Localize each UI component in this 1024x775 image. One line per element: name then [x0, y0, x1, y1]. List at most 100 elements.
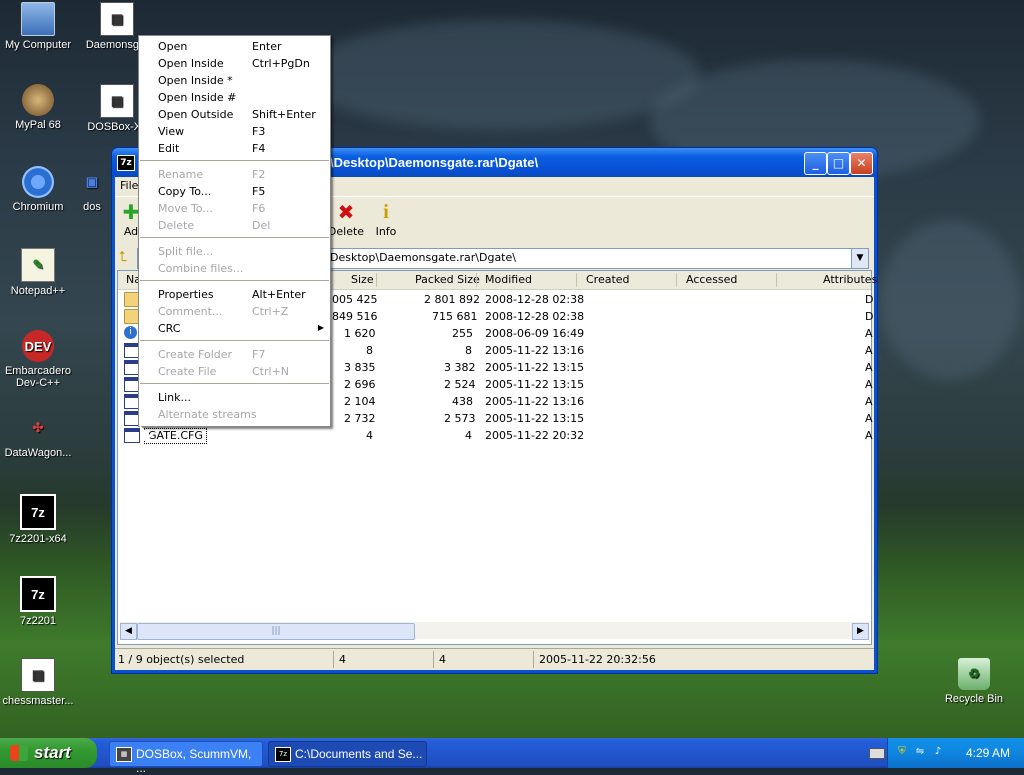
table-row-selected[interactable]: GATE.CFG 4 4 2005-11-22 20:32 A — [118, 427, 873, 444]
menu-item-shortcut: F7 — [252, 348, 266, 361]
column-attributes[interactable]: Attributes — [823, 273, 877, 286]
menu-separator — [140, 160, 329, 161]
menu-item-open-inside-hash[interactable]: Open Inside # — [139, 89, 330, 106]
column-created[interactable]: Created — [586, 273, 630, 286]
mypal-icon — [22, 84, 54, 116]
desktop-icon-my-computer[interactable]: My Computer — [0, 2, 81, 51]
desktop-icon-7z-x64[interactable]: 7z 7z2201-x64 — [0, 494, 81, 545]
menu-item-link[interactable]: Link... — [139, 389, 330, 406]
document-icon: ▤ — [100, 84, 134, 118]
column-accessed[interactable]: Accessed — [686, 273, 737, 286]
maximize-button[interactable]: □ — [827, 152, 850, 175]
menu-item-shortcut: Enter — [252, 40, 282, 53]
7zip-app-icon[interactable]: 7z — [117, 155, 135, 171]
desktop-icon-label: Embarcadero Dev-C++ — [4, 365, 72, 389]
context-menu: Open Enter Open Inside Ctrl+PgDn Open Insi… — [138, 35, 331, 427]
clock[interactable]: 4:29 AM — [966, 746, 1010, 760]
info-icon: i — [383, 201, 389, 223]
taskbar-item-7zip[interactable]: 7z C:\Documents and Se... — [268, 741, 427, 767]
horizontal-scrollbar[interactable]: ◀ ||| ▶ — [120, 622, 869, 640]
desktop-icon-devcpp[interactable]: DEV Embarcadero Dev-C++ — [0, 330, 81, 389]
desktop-icon-label: MyPal 68 — [15, 119, 61, 131]
recycle-bin-icon: ♻ — [958, 658, 990, 690]
column-divider — [376, 273, 377, 287]
taskbar-item-dosbox[interactable]: ▦ DOSBox, ScummVM, ... — [109, 741, 263, 775]
close-button[interactable]: ✕ — [850, 152, 873, 175]
document-icon: ▤ — [21, 658, 55, 692]
menu-item-rename: Rename F2 — [139, 166, 330, 183]
chevron-down-icon[interactable]: ▼ — [851, 249, 868, 268]
menu-item-label: Move To... — [158, 202, 213, 215]
network-icon[interactable]: ⇋ — [914, 746, 926, 758]
menu-item-label: Comment... — [158, 305, 223, 318]
info-file-icon: i — [124, 326, 137, 339]
info-label: Info — [375, 225, 397, 238]
start-label: start — [34, 743, 71, 762]
desktop-icon-label: 7z2201-x64 — [9, 533, 67, 545]
status-divider — [333, 651, 334, 668]
column-packed-size[interactable]: Packed Size — [415, 273, 480, 286]
desktop-icon-label: Notepad++ — [10, 285, 66, 297]
keyboard-icon[interactable] — [869, 748, 885, 759]
menu-item-view[interactable]: View F3 — [139, 123, 330, 140]
menu-item-split-file: Split file... — [139, 243, 330, 260]
cell-attr: A — [865, 395, 873, 408]
7zip-icon: 7z — [20, 576, 56, 612]
menu-file[interactable]: File — [120, 179, 138, 192]
menu-item-edit[interactable]: Edit F4 — [139, 140, 330, 157]
taskbar: start ▦ DOSBox, ScummVM, ... 7z C:\Docum… — [0, 738, 1024, 775]
desktop-icon-recycle-bin[interactable]: ♻ Recycle Bin — [931, 658, 1017, 705]
cell-attr: A — [865, 344, 873, 357]
menu-item-shortcut: F4 — [252, 142, 266, 155]
cell-size: 2 104 — [344, 395, 376, 408]
menu-item-crc[interactable]: CRC ▶ — [139, 320, 330, 337]
cell-modified: 2008-12-28 02:38 — [485, 310, 585, 323]
cell-size: 3 835 — [344, 361, 376, 374]
scroll-right-arrow-icon[interactable]: ▶ — [852, 623, 869, 640]
desktop-icon-7z[interactable]: 7z 7z2201 — [0, 576, 81, 627]
start-button[interactable]: start — [0, 738, 97, 768]
up-folder-icon[interactable]: ⮤ — [119, 249, 127, 265]
menu-item-open[interactable]: Open Enter — [139, 38, 330, 55]
cell-packed: 2 524 — [444, 378, 476, 391]
scroll-thumb[interactable]: ||| — [137, 623, 415, 640]
menu-item-properties[interactable]: Properties Alt+Enter — [139, 286, 330, 303]
desktop-icon-notepadpp[interactable]: ✎ Notepad++ — [0, 248, 81, 297]
cell-size: 005 425 — [332, 293, 378, 306]
taskbar-item-label: C:\Documents and Se... — [295, 747, 423, 761]
cell-packed: 715 681 — [432, 310, 478, 323]
column-modified[interactable]: Modified — [485, 273, 532, 286]
column-size[interactable]: Size — [351, 273, 374, 286]
minimize-button[interactable]: _ — [804, 152, 827, 175]
desktop-icon-mypal[interactable]: MyPal 68 — [0, 84, 81, 131]
volume-icon[interactable]: ♪ — [932, 746, 944, 758]
cell-packed: 255 — [452, 327, 473, 340]
menu-separator — [140, 237, 329, 238]
status-size: 4 — [339, 653, 346, 666]
desktop-icon-chessmaster[interactable]: ▤ chessmaster... — [0, 658, 81, 707]
cell-size: 2 696 — [344, 378, 376, 391]
menu-item-label: Open Inside * — [158, 74, 233, 87]
desktop-icon-datawagon[interactable]: ✣ DataWagon... — [0, 412, 81, 459]
dosbox-icon: ▦ — [116, 747, 132, 762]
cell-attr: D — [865, 310, 874, 323]
cell-attr: A — [865, 378, 873, 391]
window-title: \Desktop\Daemonsgate.rar\Dgate\ — [330, 155, 539, 170]
shield-icon[interactable]: ⛨ — [896, 746, 908, 758]
menu-item-create-folder: Create Folder F7 — [139, 346, 330, 363]
menu-item-copy-to[interactable]: Copy To... F5 — [139, 183, 330, 200]
cell-modified: 2005-11-22 13:16 — [485, 344, 585, 357]
cell-modified: 2005-11-22 13:15 — [485, 412, 585, 425]
cell-name[interactable]: GATE.CFG — [144, 428, 207, 444]
menu-item-label: Create Folder — [158, 348, 233, 361]
scroll-left-arrow-icon[interactable]: ◀ — [120, 623, 137, 640]
menu-item-open-inside[interactable]: Open Inside Ctrl+PgDn — [139, 55, 330, 72]
menu-item-open-inside-star[interactable]: Open Inside * — [139, 72, 330, 89]
menu-item-shortcut: F2 — [252, 168, 266, 181]
cell-attr: A — [865, 327, 873, 340]
menu-item-open-outside[interactable]: Open Outside Shift+Enter — [139, 106, 330, 123]
info-button[interactable]: i Info — [364, 201, 408, 238]
menu-item-label: Create File — [158, 365, 217, 378]
cell-packed: 4 — [465, 429, 472, 442]
status-modified: 2005-11-22 20:32:56 — [539, 653, 656, 666]
